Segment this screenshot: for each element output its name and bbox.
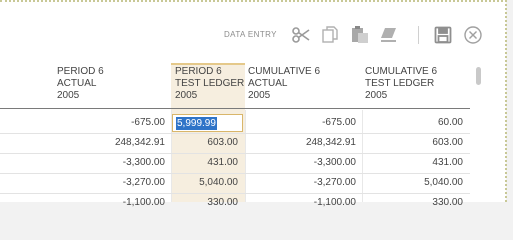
cell-cumulative6-test-ledger[interactable]: 60.00: [438, 117, 463, 129]
copy-icon[interactable]: [320, 25, 340, 45]
cell-cumulative6-actual[interactable]: -675.00: [322, 117, 356, 129]
toolbar-label: DATA ENTRY: [224, 30, 277, 39]
row-divider: [0, 173, 470, 174]
column-header-cumulative6-test-ledger[interactable]: CUMULATIVE 6 TEST LEDGER 2005: [365, 66, 437, 102]
cell-period6-test-ledger[interactable]: 431.00: [207, 157, 238, 169]
column-divider: [362, 110, 363, 202]
column-header-period6-actual[interactable]: PERIOD 6 ACTUAL 2005: [57, 66, 104, 102]
row-divider: [0, 193, 470, 194]
cell-cumulative6-actual[interactable]: 248,342.91: [306, 137, 356, 149]
cell-period6-actual[interactable]: -3,270.00: [123, 177, 165, 189]
panel-border-top: [0, 0, 507, 2]
cell-cumulative6-actual[interactable]: -1,100.00: [314, 197, 356, 209]
close-icon[interactable]: [463, 25, 483, 45]
clear-icon[interactable]: [379, 25, 399, 45]
cell-cumulative6-test-ledger[interactable]: 431.00: [432, 157, 463, 169]
cell-cumulative6-test-ledger[interactable]: 330.00: [432, 197, 463, 209]
cell-period6-test-ledger[interactable]: 5,040.00: [199, 177, 238, 189]
cell-cumulative6-test-ledger[interactable]: 603.00: [432, 137, 463, 149]
cell-cumulative6-actual[interactable]: -3,300.00: [314, 157, 356, 169]
column-header-cumulative6-actual[interactable]: CUMULATIVE 6 ACTUAL 2005: [248, 66, 320, 102]
scrollbar-thumb[interactable]: [476, 67, 481, 85]
column-divider: [245, 110, 246, 202]
cell-period6-actual[interactable]: -1,100.00: [123, 197, 165, 209]
panel-border-right: [505, 0, 507, 202]
cell-cumulative6-test-ledger[interactable]: 5,040.00: [424, 177, 463, 189]
cell-period6-actual[interactable]: -3,300.00: [123, 157, 165, 169]
row-divider: [0, 133, 470, 134]
cell-period6-actual[interactable]: 248,342.91: [115, 137, 165, 149]
cell-period6-test-ledger[interactable]: 603.00: [207, 137, 238, 149]
cell-cumulative6-actual[interactable]: -3,270.00: [314, 177, 356, 189]
scissors-icon[interactable]: [291, 25, 311, 45]
row-divider: [0, 153, 470, 154]
cell-editor-input[interactable]: 5,999.99: [172, 114, 243, 132]
toolbar-separator: [418, 26, 419, 44]
cell-period6-test-ledger[interactable]: 330.00: [207, 197, 238, 209]
paste-icon[interactable]: [350, 25, 370, 45]
active-column-marker: [171, 63, 245, 65]
save-icon[interactable]: [433, 25, 453, 45]
column-header-period6-test-ledger[interactable]: PERIOD 6 TEST LEDGER 2005: [175, 66, 244, 102]
cell-editor-selected-text[interactable]: 5,999.99: [176, 117, 217, 130]
header-divider: [0, 108, 470, 109]
data-entry-panel: DATA ENTRY PERIOD 6 ACTUAL 2005 PERIOD 6…: [0, 0, 506, 208]
cell-period6-actual[interactable]: -675.00: [131, 117, 165, 129]
